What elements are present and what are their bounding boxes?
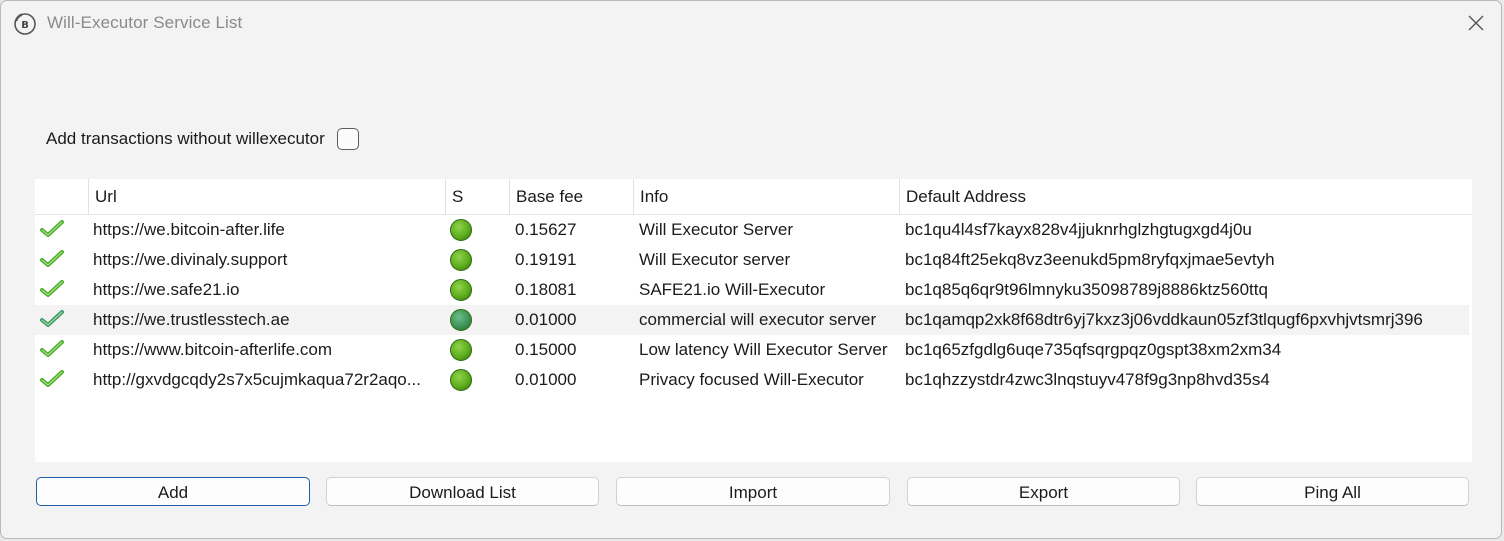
close-button[interactable]: [1459, 7, 1493, 39]
row-base-fee: 0.19191: [515, 250, 577, 269]
status-online-icon: [450, 339, 472, 361]
table-row[interactable]: https://www.bitcoin-afterlife.com 0.15000…: [35, 335, 1472, 365]
row-url: https://we.trustlesstech.ae: [93, 310, 290, 329]
service-table: Url S Base fee Info Default Address http…: [35, 179, 1472, 462]
row-default-address: bc1q84ft25ekq8vz3eenukd5pm8ryfqxjmae5evt…: [905, 250, 1275, 269]
header-url[interactable]: Url: [88, 179, 445, 214]
table-row[interactable]: https://we.safe21.io 0.18081 SAFE21.io Wil…: [35, 275, 1472, 305]
table-row[interactable]: https://we.divinaly.support 0.19191 Will E…: [35, 245, 1472, 275]
table-row[interactable]: https://we.trustlesstech.ae 0.01000 commer…: [35, 305, 1469, 335]
status-online-icon: [450, 249, 472, 271]
row-default-address: bc1qhzzystdr4zwc3lnqstuyv478f9g3np8hvd35…: [905, 370, 1270, 389]
row-url: http://gxvdgcqdy2s7x5cujmkaqua72r2aqo...: [93, 370, 421, 389]
header-status[interactable]: S: [445, 179, 509, 214]
checkmark-icon[interactable]: [39, 369, 65, 389]
checkmark-icon[interactable]: [39, 279, 65, 299]
bitcoin-clock-icon: B: [14, 13, 36, 35]
service-list-window: B Will-Executor Service List Add transac…: [0, 0, 1502, 539]
row-url: https://we.safe21.io: [93, 280, 240, 299]
checkmark-icon[interactable]: [39, 309, 65, 329]
row-default-address: bc1q65zfgdlg6uqe735qfsqrgpqz0gspt38xm2xm…: [905, 340, 1282, 359]
row-base-fee: 0.15000: [515, 340, 577, 359]
row-base-fee: 0.15627: [515, 220, 577, 239]
status-online-icon: [450, 219, 472, 241]
row-info: Low latency Will Executor Server: [639, 340, 888, 359]
add-button[interactable]: Add: [36, 477, 310, 506]
row-default-address: bc1q85q6qr9t96lmnyku35098789j8886ktz560t…: [905, 280, 1268, 299]
row-info: commercial will executor server: [639, 310, 877, 329]
header-base-fee[interactable]: Base fee: [509, 179, 633, 214]
close-icon: [1468, 15, 1484, 31]
row-info: Privacy focused Will-Executor: [639, 370, 864, 389]
row-info: Will Executor server: [639, 250, 791, 269]
row-default-address: bc1qamqp2xk8f68dtr6yj7kxz3j06vddkaun05zf…: [905, 310, 1423, 329]
status-online-icon: [450, 309, 472, 331]
add-without-executor-checkbox[interactable]: [336, 128, 359, 150]
header-info[interactable]: Info: [633, 179, 899, 214]
row-url: https://we.bitcoin-after.life: [93, 220, 285, 239]
row-url: https://we.divinaly.support: [93, 250, 288, 269]
row-default-address: bc1qu4l4sf7kayx828v4jjuknrhglzhgtugxgd4j…: [905, 220, 1252, 239]
add-without-executor-option: Add transactions without willexecutor: [46, 125, 359, 153]
row-base-fee: 0.01000: [515, 310, 577, 329]
table-row[interactable]: http://gxvdgcqdy2s7x5cujmkaqua72r2aqo...…: [35, 365, 1472, 395]
ping-all-button[interactable]: Ping All: [1196, 477, 1469, 506]
svg-text:B: B: [21, 20, 29, 31]
checkmark-icon[interactable]: [39, 219, 65, 239]
checkmark-icon[interactable]: [39, 339, 65, 359]
download-list-button[interactable]: Download List: [326, 477, 599, 506]
row-url: https://www.bitcoin-afterlife.com: [93, 340, 333, 359]
status-online-icon: [450, 369, 472, 391]
title-bar: B Will-Executor Service List: [1, 1, 1501, 45]
row-base-fee: 0.01000: [515, 370, 577, 389]
row-base-fee: 0.18081: [515, 280, 577, 299]
checkmark-icon[interactable]: [39, 249, 65, 269]
window-title: Will-Executor Service List: [47, 13, 243, 32]
table-row[interactable]: https://we.bitcoin-after.life 0.15627 Will…: [35, 215, 1472, 245]
header-default-address[interactable]: Default Address: [899, 179, 1472, 214]
add-without-executor-label: Add transactions without willexecutor: [46, 129, 325, 148]
table-header: Url S Base fee Info Default Address: [35, 179, 1472, 215]
header-check[interactable]: [35, 179, 88, 214]
row-info: SAFE21.io Will-Executor: [639, 280, 826, 299]
row-info: Will Executor Server: [639, 220, 793, 239]
export-button[interactable]: Export: [907, 477, 1180, 506]
import-button[interactable]: Import: [616, 477, 890, 506]
status-online-icon: [450, 279, 472, 301]
